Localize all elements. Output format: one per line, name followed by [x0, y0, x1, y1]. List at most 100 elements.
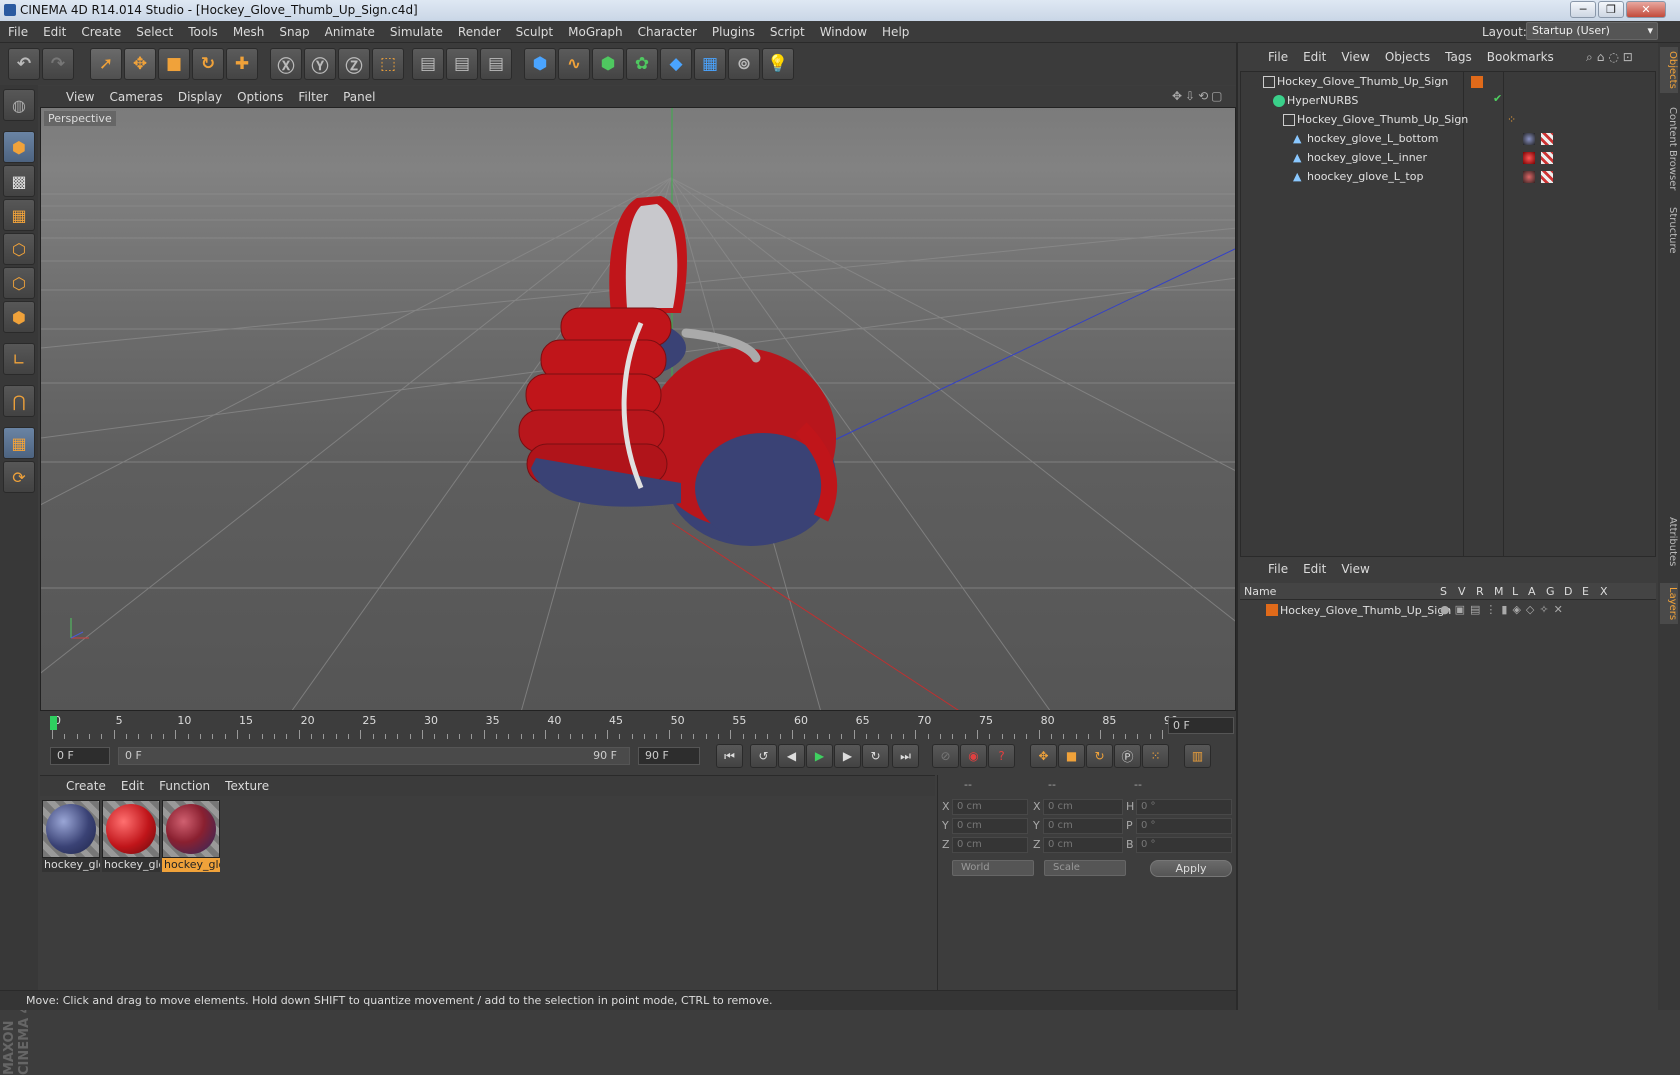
tab-attributes[interactable]: Attributes [1660, 513, 1678, 570]
tab-structure[interactable]: Structure [1660, 203, 1678, 258]
object-row[interactable]: Hockey_Glove_Thumb_Up_Sign ⁘ [1241, 110, 1655, 130]
menu-character[interactable]: Character [638, 25, 697, 39]
material-menu-edit[interactable]: Edit [121, 779, 144, 793]
key-parameter-icon[interactable]: Ⓟ [1114, 744, 1141, 768]
material-swatch[interactable]: hockey_glo [102, 800, 160, 872]
z-axis-lock-icon[interactable]: Ⓩ [338, 48, 370, 80]
menu-select[interactable]: Select [136, 25, 173, 39]
menu-file[interactable]: File [8, 25, 28, 39]
coord-space-select[interactable]: World [952, 860, 1034, 876]
play-icon[interactable]: ▶ [806, 744, 833, 768]
goto-start-icon[interactable]: ⏮ [716, 744, 743, 768]
object-row[interactable]: HyperNURBS ✔ [1241, 91, 1655, 111]
menu-mograph[interactable]: MoGraph [568, 25, 623, 39]
menu-render[interactable]: Render [458, 25, 501, 39]
menu-animate[interactable]: Animate [325, 25, 375, 39]
object-row[interactable]: ▲ hockey_glove_L_bottom [1241, 129, 1655, 149]
menu-snap[interactable]: Snap [279, 25, 309, 39]
rotation-b-field[interactable]: 0 ° [1136, 837, 1232, 853]
floor-icon[interactable]: ▦ [694, 48, 726, 80]
coordinate-system-icon[interactable]: ⬚ [372, 48, 404, 80]
search-icon[interactable]: ⌕⌂◌⊡ [1586, 50, 1637, 65]
start-frame-field[interactable]: 0 F [50, 747, 110, 765]
key-rotation-icon[interactable]: ↻ [1086, 744, 1113, 768]
texture-tag-icon[interactable] [1541, 133, 1553, 145]
record-keys-icon[interactable]: ⊘ [932, 744, 959, 768]
cube-object-icon[interactable]: ⬢ [524, 48, 556, 80]
viewport-menu-panel[interactable]: Panel [343, 90, 375, 104]
frame-range-slider[interactable]: 0 F 90 F [118, 747, 630, 765]
playhead-marker[interactable] [50, 716, 57, 730]
material-tag-icon[interactable] [1523, 133, 1535, 145]
texture-mode-icon[interactable]: ▩ [3, 165, 35, 197]
redo-icon[interactable]: ↷ [42, 48, 74, 80]
position-z-field[interactable]: 0 cm [952, 837, 1028, 853]
checkmark-icon[interactable]: ✔ [1493, 92, 1502, 105]
menu-window[interactable]: Window [820, 25, 867, 39]
3d-viewport[interactable]: Perspective [40, 107, 1236, 711]
menu-edit[interactable]: Edit [43, 25, 66, 39]
restore-button[interactable]: ❐ [1598, 1, 1624, 18]
last-tool-icon[interactable]: ✚ [226, 48, 258, 80]
end-frame-field[interactable]: 90 F [638, 747, 700, 765]
rotation-h-field[interactable]: 0 ° [1136, 799, 1232, 815]
object-menu-bookmarks[interactable]: Bookmarks [1487, 50, 1554, 64]
render-view-icon[interactable]: ▤ [412, 48, 444, 80]
object-menu-edit[interactable]: Edit [1303, 50, 1326, 64]
menu-mesh[interactable]: Mesh [233, 25, 265, 39]
timeline-ruler[interactable]: 051015202530354045505560657075808590 [40, 712, 1236, 742]
polygons-mode-icon[interactable]: ⬢ [3, 301, 35, 333]
menu-create[interactable]: Create [81, 25, 121, 39]
menu-help[interactable]: Help [882, 25, 909, 39]
viewport-nav-icons[interactable]: ✥⇩⟲▢ [1172, 89, 1226, 103]
object-row[interactable]: ▲ hoockey_glove_L_top [1241, 167, 1655, 187]
locked-workplane-icon[interactable]: ⟳ [3, 461, 35, 493]
size-x-field[interactable]: 0 cm [1043, 799, 1123, 815]
material-menu-create[interactable]: Create [66, 779, 106, 793]
viewport-menu-display[interactable]: Display [178, 90, 222, 104]
close-button[interactable]: ✕ [1626, 1, 1666, 18]
workplane-lock-icon[interactable]: ▦ [3, 427, 35, 459]
axis-mode-icon[interactable]: ∟ [3, 343, 35, 375]
key-pla-icon[interactable]: ⁙ [1142, 744, 1169, 768]
menu-script[interactable]: Script [770, 25, 805, 39]
menu-sculpt[interactable]: Sculpt [516, 25, 553, 39]
y-axis-lock-icon[interactable]: Ⓨ [304, 48, 336, 80]
goto-end-icon[interactable]: ⏭ [892, 744, 919, 768]
tab-layers[interactable]: Layers [1660, 583, 1678, 625]
light-icon[interactable]: 💡 [762, 48, 794, 80]
hockey-glove-model[interactable] [518, 196, 838, 546]
rotation-p-field[interactable]: 0 ° [1136, 818, 1232, 834]
material-tag-icon[interactable] [1523, 152, 1535, 164]
deformer-icon[interactable]: ◆ [660, 48, 692, 80]
position-x-field[interactable]: 0 cm [952, 799, 1028, 815]
texture-tag-icon[interactable] [1541, 152, 1553, 164]
object-menu-file[interactable]: File [1268, 50, 1288, 64]
viewport-menu-cameras[interactable]: Cameras [109, 90, 162, 104]
tab-objects[interactable]: Objects [1660, 47, 1678, 93]
size-z-field[interactable]: 0 cm [1043, 837, 1123, 853]
x-axis-lock-icon[interactable]: Ⓧ [270, 48, 302, 80]
workplane-mode-icon[interactable]: ▦ [3, 199, 35, 231]
keyframe-selection-icon[interactable]: ? [988, 744, 1015, 768]
object-row[interactable]: Hockey_Glove_Thumb_Up_Sign [1241, 72, 1655, 92]
prev-frame-icon[interactable]: ◀ [778, 744, 805, 768]
object-row[interactable]: ▲ hockey_glove_L_inner [1241, 148, 1655, 168]
render-settings-icon[interactable]: ▤ [480, 48, 512, 80]
size-y-field[interactable]: 0 cm [1043, 818, 1123, 834]
menu-simulate[interactable]: Simulate [390, 25, 443, 39]
layer-menu-file[interactable]: File [1268, 562, 1288, 576]
autokey-icon[interactable]: ◉ [960, 744, 987, 768]
minimize-button[interactable]: ─ [1570, 1, 1596, 18]
next-frame-icon[interactable]: ▶ [834, 744, 861, 768]
next-key-icon[interactable]: ↻ [862, 744, 889, 768]
spline-icon[interactable]: ∿ [558, 48, 590, 80]
camera-icon[interactable]: ⊚ [728, 48, 760, 80]
layer-menu-edit[interactable]: Edit [1303, 562, 1326, 576]
live-selection-icon[interactable]: ➚ [90, 48, 122, 80]
object-menu-objects[interactable]: Objects [1385, 50, 1430, 64]
material-swatch[interactable]: hockey_glo [162, 800, 220, 872]
viewport-menu-options[interactable]: Options [237, 90, 283, 104]
nurbs-icon[interactable]: ⬢ [592, 48, 624, 80]
coord-mode-select[interactable]: Scale [1044, 860, 1126, 876]
